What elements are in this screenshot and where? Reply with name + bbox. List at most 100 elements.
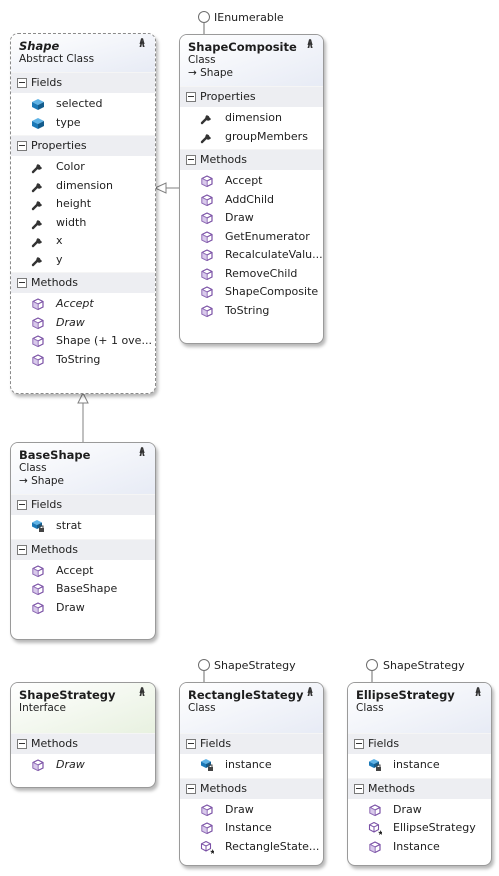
- property-item[interactable]: y: [11, 251, 155, 270]
- baseshape-methods-section[interactable]: Methods: [11, 538, 155, 560]
- shapecomposite-stereotype: Class: [188, 54, 216, 66]
- method-item[interactable]: Draw: [11, 314, 155, 333]
- method-item[interactable]: Draw: [180, 209, 323, 228]
- property-wrench-icon: [31, 217, 45, 230]
- private-field-icon: [200, 759, 214, 772]
- property-wrench-icon: [31, 198, 45, 211]
- method-item[interactable]: RecalculateValu...: [180, 246, 323, 265]
- method-item[interactable]: Draw: [11, 599, 155, 618]
- shape-header[interactable]: Shape Abstract Class: [11, 34, 155, 72]
- method-item[interactable]: Accept: [180, 172, 323, 191]
- constructor-cube-star-icon: ★: [368, 821, 384, 837]
- field-item[interactable]: instance: [348, 756, 491, 775]
- shapecomposite-class-box[interactable]: ShapeComposite Class → Shape Properties …: [179, 34, 324, 344]
- method-item[interactable]: RemoveChild: [180, 265, 323, 284]
- collapse-section-icon[interactable]: [186, 783, 196, 794]
- collapse-chevron-icon[interactable]: [304, 38, 316, 50]
- shape-fields-section[interactable]: Fields: [11, 72, 155, 93]
- property-item[interactable]: width: [11, 214, 155, 233]
- baseshape-fields-section[interactable]: Fields: [11, 494, 155, 515]
- shapecomposite-base: → Shape: [188, 67, 234, 79]
- collapse-chevron-icon[interactable]: [136, 446, 148, 458]
- method-item[interactable]: Instance: [348, 838, 491, 857]
- rectanglestrategy-class-box[interactable]: RectangleStategy Class Fields instance M…: [179, 682, 324, 866]
- collapse-chevron-icon[interactable]: [472, 686, 484, 698]
- collapse-section-icon[interactable]: [17, 278, 27, 288]
- shape-class-box[interactable]: Shape Abstract Class Fields selected typ…: [10, 33, 156, 394]
- baseshape-stereotype: Class: [19, 462, 47, 474]
- field-item[interactable]: strat: [11, 517, 155, 536]
- method-item[interactable]: Draw: [180, 801, 323, 820]
- ellipse-lollipop-circle: [366, 659, 378, 671]
- inherit-arrow-icon: →: [19, 475, 32, 487]
- property-item[interactable]: groupMembers: [180, 128, 323, 147]
- shapecomposite-header[interactable]: ShapeComposite Class → Shape: [180, 35, 323, 86]
- collapse-section-icon[interactable]: [17, 739, 27, 749]
- property-wrench-icon: [200, 112, 214, 125]
- property-item[interactable]: x: [11, 232, 155, 251]
- collapse-section-icon[interactable]: [186, 155, 196, 165]
- property-item[interactable]: dimension: [11, 177, 155, 196]
- method-cube-icon: [31, 759, 45, 772]
- ellipsestrategy-methods-section[interactable]: Methods: [348, 777, 491, 799]
- rectanglestrategy-methods-section[interactable]: Methods: [180, 777, 323, 799]
- field-item[interactable]: type: [11, 114, 155, 133]
- property-item[interactable]: height: [11, 195, 155, 214]
- method-item[interactable]: Accept: [11, 562, 155, 581]
- method-cube-icon: [200, 304, 214, 318]
- shapestrategy-methods-section[interactable]: Methods: [11, 733, 155, 754]
- ellipsestrategy-header[interactable]: EllipseStrategy Class: [348, 683, 491, 733]
- shapecomposite-methods-section[interactable]: Methods: [180, 149, 323, 170]
- method-cube-icon: [31, 316, 45, 330]
- field-item[interactable]: instance: [180, 756, 323, 775]
- shape-methods-section[interactable]: Methods: [11, 272, 155, 293]
- collapse-chevron-icon[interactable]: [136, 37, 148, 49]
- inherit-arrow-icon: →: [188, 67, 201, 79]
- shapestrategy-header[interactable]: ShapeStrategy Interface: [11, 683, 155, 733]
- baseshape-class-box[interactable]: BaseShape Class → Shape Fields strat Met…: [10, 442, 156, 640]
- method-item[interactable]: Shape (+ 1 ove...: [11, 332, 155, 351]
- method-item[interactable]: ★RectangleState...: [180, 838, 323, 857]
- property-item[interactable]: Color: [11, 158, 155, 177]
- collapse-section-icon[interactable]: [17, 78, 27, 88]
- collapse-chevron-icon[interactable]: [304, 686, 316, 698]
- collapse-section-icon[interactable]: [354, 783, 364, 794]
- method-item[interactable]: ToString: [180, 302, 323, 321]
- property-wrench-icon: [31, 235, 45, 248]
- collapse-section-icon[interactable]: [186, 739, 196, 749]
- collapse-section-icon[interactable]: [17, 500, 27, 510]
- shapecomposite-title: ShapeComposite: [188, 40, 297, 54]
- constructor-cube-star-icon: ★: [200, 840, 216, 856]
- property-item[interactable]: dimension: [180, 109, 323, 128]
- method-item[interactable]: Instance: [180, 819, 323, 838]
- method-cube-icon: [31, 564, 45, 578]
- shapecomposite-properties-section[interactable]: Properties: [180, 86, 323, 107]
- shapestrategy-title: ShapeStrategy: [19, 688, 116, 702]
- baseshape-base: → Shape: [19, 475, 65, 487]
- rect-interface-label: ShapeStrategy: [214, 659, 296, 672]
- field-item[interactable]: selected: [11, 95, 155, 114]
- method-item[interactable]: Accept: [11, 295, 155, 314]
- ellipsestrategy-fields-section[interactable]: Fields: [348, 733, 491, 754]
- method-item[interactable]: Draw: [11, 756, 155, 775]
- collapse-chevron-icon[interactable]: [136, 686, 148, 698]
- method-item[interactable]: BaseShape: [11, 580, 155, 599]
- method-item[interactable]: GetEnumerator: [180, 228, 323, 247]
- method-cube-icon: [31, 335, 45, 348]
- method-item[interactable]: Draw: [348, 801, 491, 820]
- method-item[interactable]: ToString: [11, 351, 155, 370]
- collapse-section-icon[interactable]: [17, 544, 27, 555]
- collapse-section-icon[interactable]: [17, 141, 27, 151]
- method-item[interactable]: ★EllipseStrategy: [348, 819, 491, 838]
- shape-properties-section[interactable]: Properties: [11, 135, 155, 156]
- rectanglestrategy-header[interactable]: RectangleStategy Class: [180, 683, 323, 733]
- rectanglestrategy-fields-section[interactable]: Fields: [180, 733, 323, 754]
- svg-text:★: ★: [210, 848, 215, 854]
- collapse-section-icon[interactable]: [354, 739, 364, 749]
- method-item[interactable]: AddChild: [180, 191, 323, 210]
- baseshape-header[interactable]: BaseShape Class → Shape: [11, 443, 155, 494]
- ellipsestrategy-class-box[interactable]: EllipseStrategy Class Fields instance Me…: [347, 682, 492, 866]
- shapestrategy-interface-box[interactable]: ShapeStrategy Interface Methods Draw: [10, 682, 156, 788]
- method-item[interactable]: ShapeComposite: [180, 283, 323, 302]
- collapse-section-icon[interactable]: [186, 92, 196, 102]
